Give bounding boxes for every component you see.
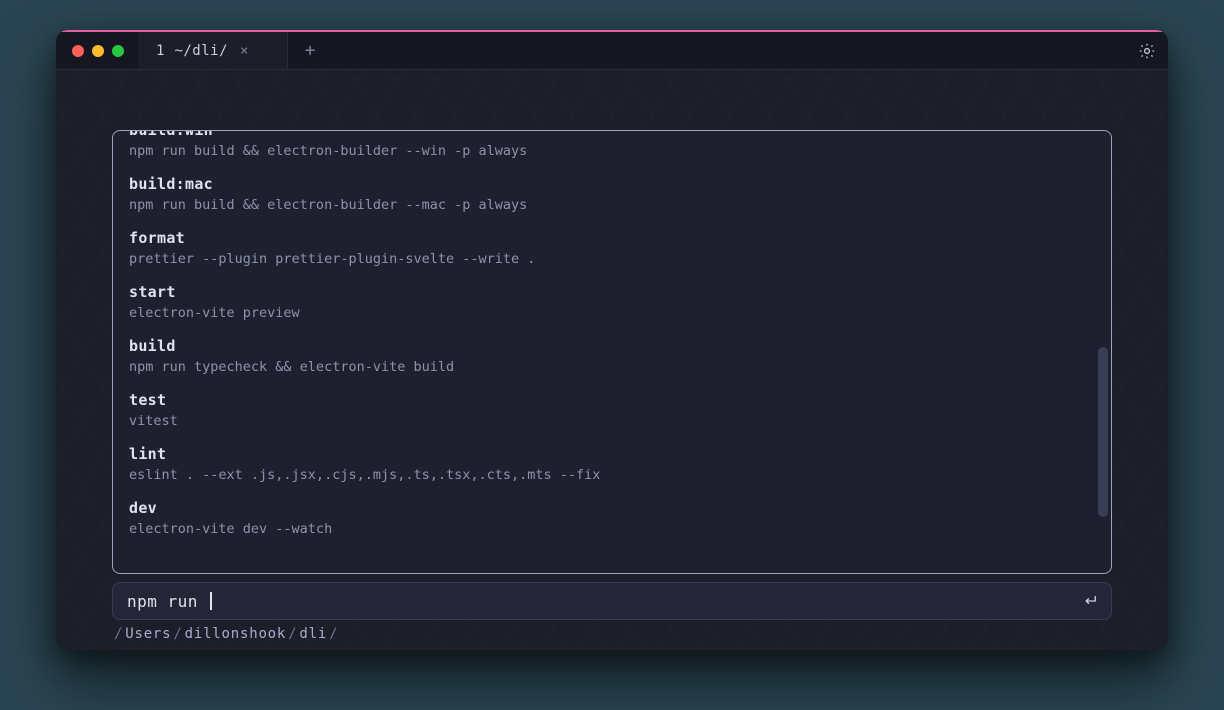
zoom-window-button[interactable] bbox=[112, 45, 124, 57]
suggestion-command: npm run build && electron-builder --mac … bbox=[129, 197, 1095, 213]
scrollbar-thumb[interactable] bbox=[1098, 347, 1108, 517]
path-separator: / bbox=[327, 626, 340, 642]
suggestion-name: dev bbox=[129, 499, 1095, 517]
suggestion-item[interactable]: format prettier --plugin prettier-plugin-… bbox=[129, 229, 1095, 267]
suggestion-item[interactable]: test vitest bbox=[129, 391, 1095, 429]
suggestion-item[interactable]: lint eslint . --ext .js,.jsx,.cjs,.mjs,.t… bbox=[129, 445, 1095, 483]
scrollbar-track bbox=[1098, 137, 1108, 567]
tab-index: 1 bbox=[156, 43, 164, 59]
suggestion-name: build:mac bbox=[129, 175, 1095, 193]
suggestion-command: prettier --plugin prettier-plugin-svelte… bbox=[129, 251, 1095, 267]
tab-1[interactable]: 1 ~/dli/ × bbox=[138, 32, 288, 69]
path-segment[interactable]: dli bbox=[299, 626, 327, 642]
enter-icon bbox=[1081, 592, 1099, 610]
suggestion-name: build bbox=[129, 337, 1095, 355]
path-separator: / bbox=[171, 626, 184, 642]
suggestions-panel: build:win npm run build && electron-build… bbox=[112, 130, 1112, 574]
suggestion-name: format bbox=[129, 229, 1095, 247]
suggestion-item[interactable]: start electron-vite preview bbox=[129, 283, 1095, 321]
suggestion-command: eslint . --ext .js,.jsx,.cjs,.mjs,.ts,.t… bbox=[129, 467, 1095, 483]
cwd-path: /Users/dillonshook/dli/ bbox=[112, 626, 1112, 642]
close-tab-icon[interactable]: × bbox=[238, 43, 250, 59]
suggestion-item[interactable]: build:win npm run build && electron-build… bbox=[129, 131, 1095, 159]
suggestion-name: start bbox=[129, 283, 1095, 301]
suggestion-command: npm run typecheck && electron-vite build bbox=[129, 359, 1095, 375]
suggestion-name: lint bbox=[129, 445, 1095, 463]
tab-bar: 1 ~/dli/ × + bbox=[56, 30, 1168, 70]
path-separator: / bbox=[286, 626, 299, 642]
tab-title: ~/dli/ bbox=[174, 43, 228, 59]
suggestion-command: electron-vite dev --watch bbox=[129, 521, 1095, 537]
terminal-window: 1 ~/dli/ × + build:win npm run build && e… bbox=[56, 30, 1168, 650]
plus-icon: + bbox=[305, 40, 316, 61]
settings-button[interactable] bbox=[1138, 42, 1156, 60]
suggestion-name: test bbox=[129, 391, 1095, 409]
path-segment[interactable]: dillonshook bbox=[185, 626, 287, 642]
text-caret bbox=[210, 592, 212, 610]
close-window-button[interactable] bbox=[72, 45, 84, 57]
path-segment[interactable]: Users bbox=[125, 626, 171, 642]
terminal-body: build:win npm run build && electron-build… bbox=[56, 70, 1168, 650]
gear-icon bbox=[1138, 42, 1156, 60]
window-controls bbox=[56, 32, 138, 69]
suggestion-name: build:win bbox=[129, 131, 1095, 139]
suggestions-list[interactable]: build:win npm run build && electron-build… bbox=[113, 131, 1111, 573]
new-tab-button[interactable]: + bbox=[288, 32, 332, 69]
minimize-window-button[interactable] bbox=[92, 45, 104, 57]
suggestion-command: npm run build && electron-builder --win … bbox=[129, 143, 1095, 159]
command-input-text: npm run bbox=[127, 592, 1081, 611]
suggestion-item[interactable]: dev electron-vite dev --watch bbox=[129, 499, 1095, 537]
suggestion-command: electron-vite preview bbox=[129, 305, 1095, 321]
command-input[interactable]: npm run bbox=[112, 582, 1112, 620]
suggestion-item[interactable]: build npm run typecheck && electron-vite … bbox=[129, 337, 1095, 375]
suggestion-item[interactable]: build:mac npm run build && electron-build… bbox=[129, 175, 1095, 213]
path-separator: / bbox=[112, 626, 125, 642]
suggestion-command: vitest bbox=[129, 413, 1095, 429]
